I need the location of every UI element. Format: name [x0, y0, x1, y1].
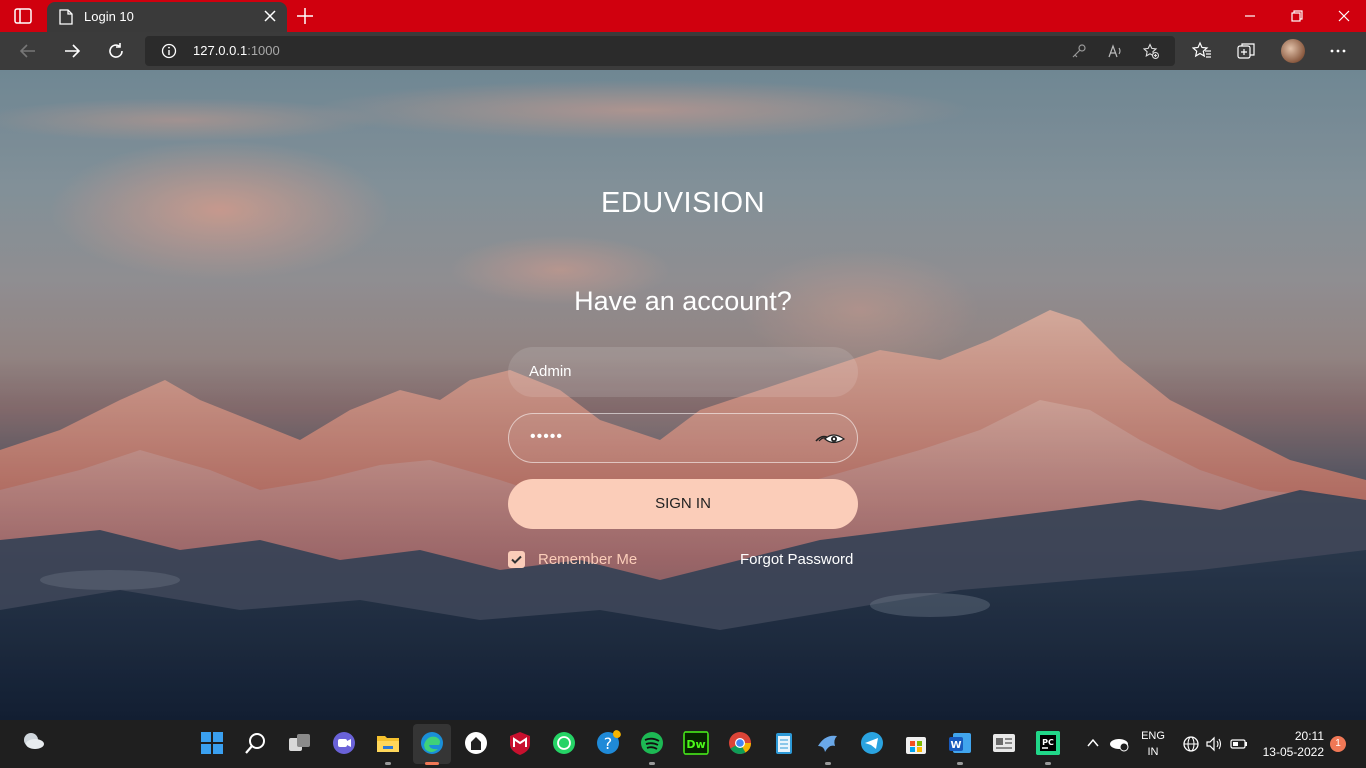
start-icon[interactable]	[199, 730, 225, 756]
checkmark-icon	[511, 555, 522, 564]
remember-me-label: Remember Me	[538, 551, 638, 568]
url-port: :1000	[247, 43, 280, 58]
browser-tab[interactable]: Login 10	[47, 2, 287, 32]
edge-browser-icon[interactable]	[419, 730, 445, 756]
url-host: 127.0.0.1	[193, 43, 248, 58]
dolphin-app-icon[interactable]	[815, 730, 841, 756]
minimize-icon[interactable]	[1242, 8, 1258, 24]
address-bar[interactable]: 127.0.0.1:1000	[145, 36, 1175, 66]
login-heading: Have an account?	[574, 286, 792, 316]
running-indicator	[385, 762, 391, 765]
running-indicator	[649, 762, 655, 765]
read-aloud-icon[interactable]	[1107, 43, 1123, 59]
browser-title-bar: Login 10	[0, 0, 1366, 32]
forward-icon[interactable]	[62, 41, 82, 61]
get-help-icon[interactable]: ?	[595, 730, 621, 756]
restore-icon[interactable]	[1289, 8, 1305, 24]
battery-icon[interactable]	[1229, 735, 1249, 753]
weather-icon[interactable]	[20, 728, 46, 754]
refresh-icon[interactable]	[106, 41, 126, 61]
show-hidden-icons-chevron-icon[interactable]	[1084, 734, 1102, 752]
tab-close-icon[interactable]	[263, 9, 277, 23]
site-info-icon[interactable]	[161, 43, 177, 59]
running-indicator	[957, 762, 963, 765]
add-favorite-icon[interactable]	[1143, 43, 1159, 59]
key-icon[interactable]	[1071, 43, 1087, 59]
browser-toolbar: 127.0.0.1:1000	[0, 32, 1366, 70]
new-tab-icon[interactable]	[296, 7, 314, 25]
more-options-icon[interactable]	[1328, 41, 1348, 61]
running-indicator	[825, 762, 831, 765]
github-app-icon[interactable]	[463, 730, 489, 756]
mcafee-icon[interactable]	[507, 730, 533, 756]
svg-text:PC: PC	[1042, 738, 1054, 747]
microsoft-store-icon[interactable]	[903, 730, 929, 756]
chrome-icon[interactable]	[727, 730, 753, 756]
url-text: 127.0.0.1:1000	[193, 43, 280, 58]
back-icon[interactable]	[18, 41, 38, 61]
clock-time[interactable]: 20:11	[1258, 729, 1338, 743]
remember-me[interactable]: Remember Me	[508, 550, 688, 570]
search-icon[interactable]	[243, 730, 269, 756]
running-indicator	[1045, 762, 1051, 765]
telegram-icon[interactable]	[859, 730, 885, 756]
svg-text:?: ?	[604, 734, 613, 753]
clock-date[interactable]: 13-05-2022	[1258, 745, 1338, 759]
active-indicator	[425, 762, 439, 765]
remember-me-checkbox[interactable]	[508, 551, 525, 568]
file-explorer-icon[interactable]	[375, 730, 401, 756]
tab-title: Login 10	[84, 9, 134, 24]
profile-avatar[interactable]	[1281, 39, 1305, 63]
notification-badge[interactable]: 1	[1330, 736, 1346, 752]
whatsapp-icon[interactable]	[551, 730, 577, 756]
notepad-icon[interactable]	[771, 730, 797, 756]
favorites-icon[interactable]	[1192, 41, 1212, 61]
network-icon[interactable]	[1182, 735, 1200, 753]
spotify-icon[interactable]	[639, 730, 665, 756]
login-page: EDUVISION Have an account? Admin ••••• S…	[0, 70, 1366, 720]
onedrive-sync-icon[interactable]	[1108, 734, 1130, 752]
toggle-password-visibility-icon[interactable]	[815, 429, 845, 449]
username-value: Admin	[529, 363, 572, 380]
sign-in-button[interactable]: SIGN IN	[508, 479, 858, 529]
language-indicator-line2[interactable]: IN	[1138, 746, 1168, 758]
username-field[interactable]: Admin	[508, 347, 858, 397]
volume-icon[interactable]	[1205, 735, 1223, 753]
teams-chat-icon[interactable]	[331, 730, 357, 756]
task-view-icon[interactable]	[287, 730, 313, 756]
tab-actions-icon[interactable]	[14, 8, 32, 24]
word-icon[interactable]: W	[947, 730, 973, 756]
close-window-icon[interactable]	[1336, 8, 1352, 24]
news-app-icon[interactable]	[991, 730, 1017, 756]
password-value: •••••	[530, 428, 564, 445]
page-icon	[59, 9, 73, 25]
windows-taskbar: ? Dw W PC ENG IN 20:11 13-05-2022	[0, 720, 1366, 768]
dreamweaver-icon[interactable]: Dw	[683, 730, 709, 756]
forgot-password-link[interactable]: Forgot Password	[740, 551, 853, 568]
language-indicator-line1[interactable]: ENG	[1138, 730, 1168, 742]
brand-title: EDUVISION	[600, 187, 766, 219]
svg-text:W: W	[950, 740, 961, 751]
collections-icon[interactable]	[1236, 41, 1256, 61]
pycharm-icon[interactable]: PC	[1035, 730, 1061, 756]
svg-text:Dw: Dw	[686, 738, 705, 751]
password-field[interactable]: •••••	[508, 413, 858, 463]
